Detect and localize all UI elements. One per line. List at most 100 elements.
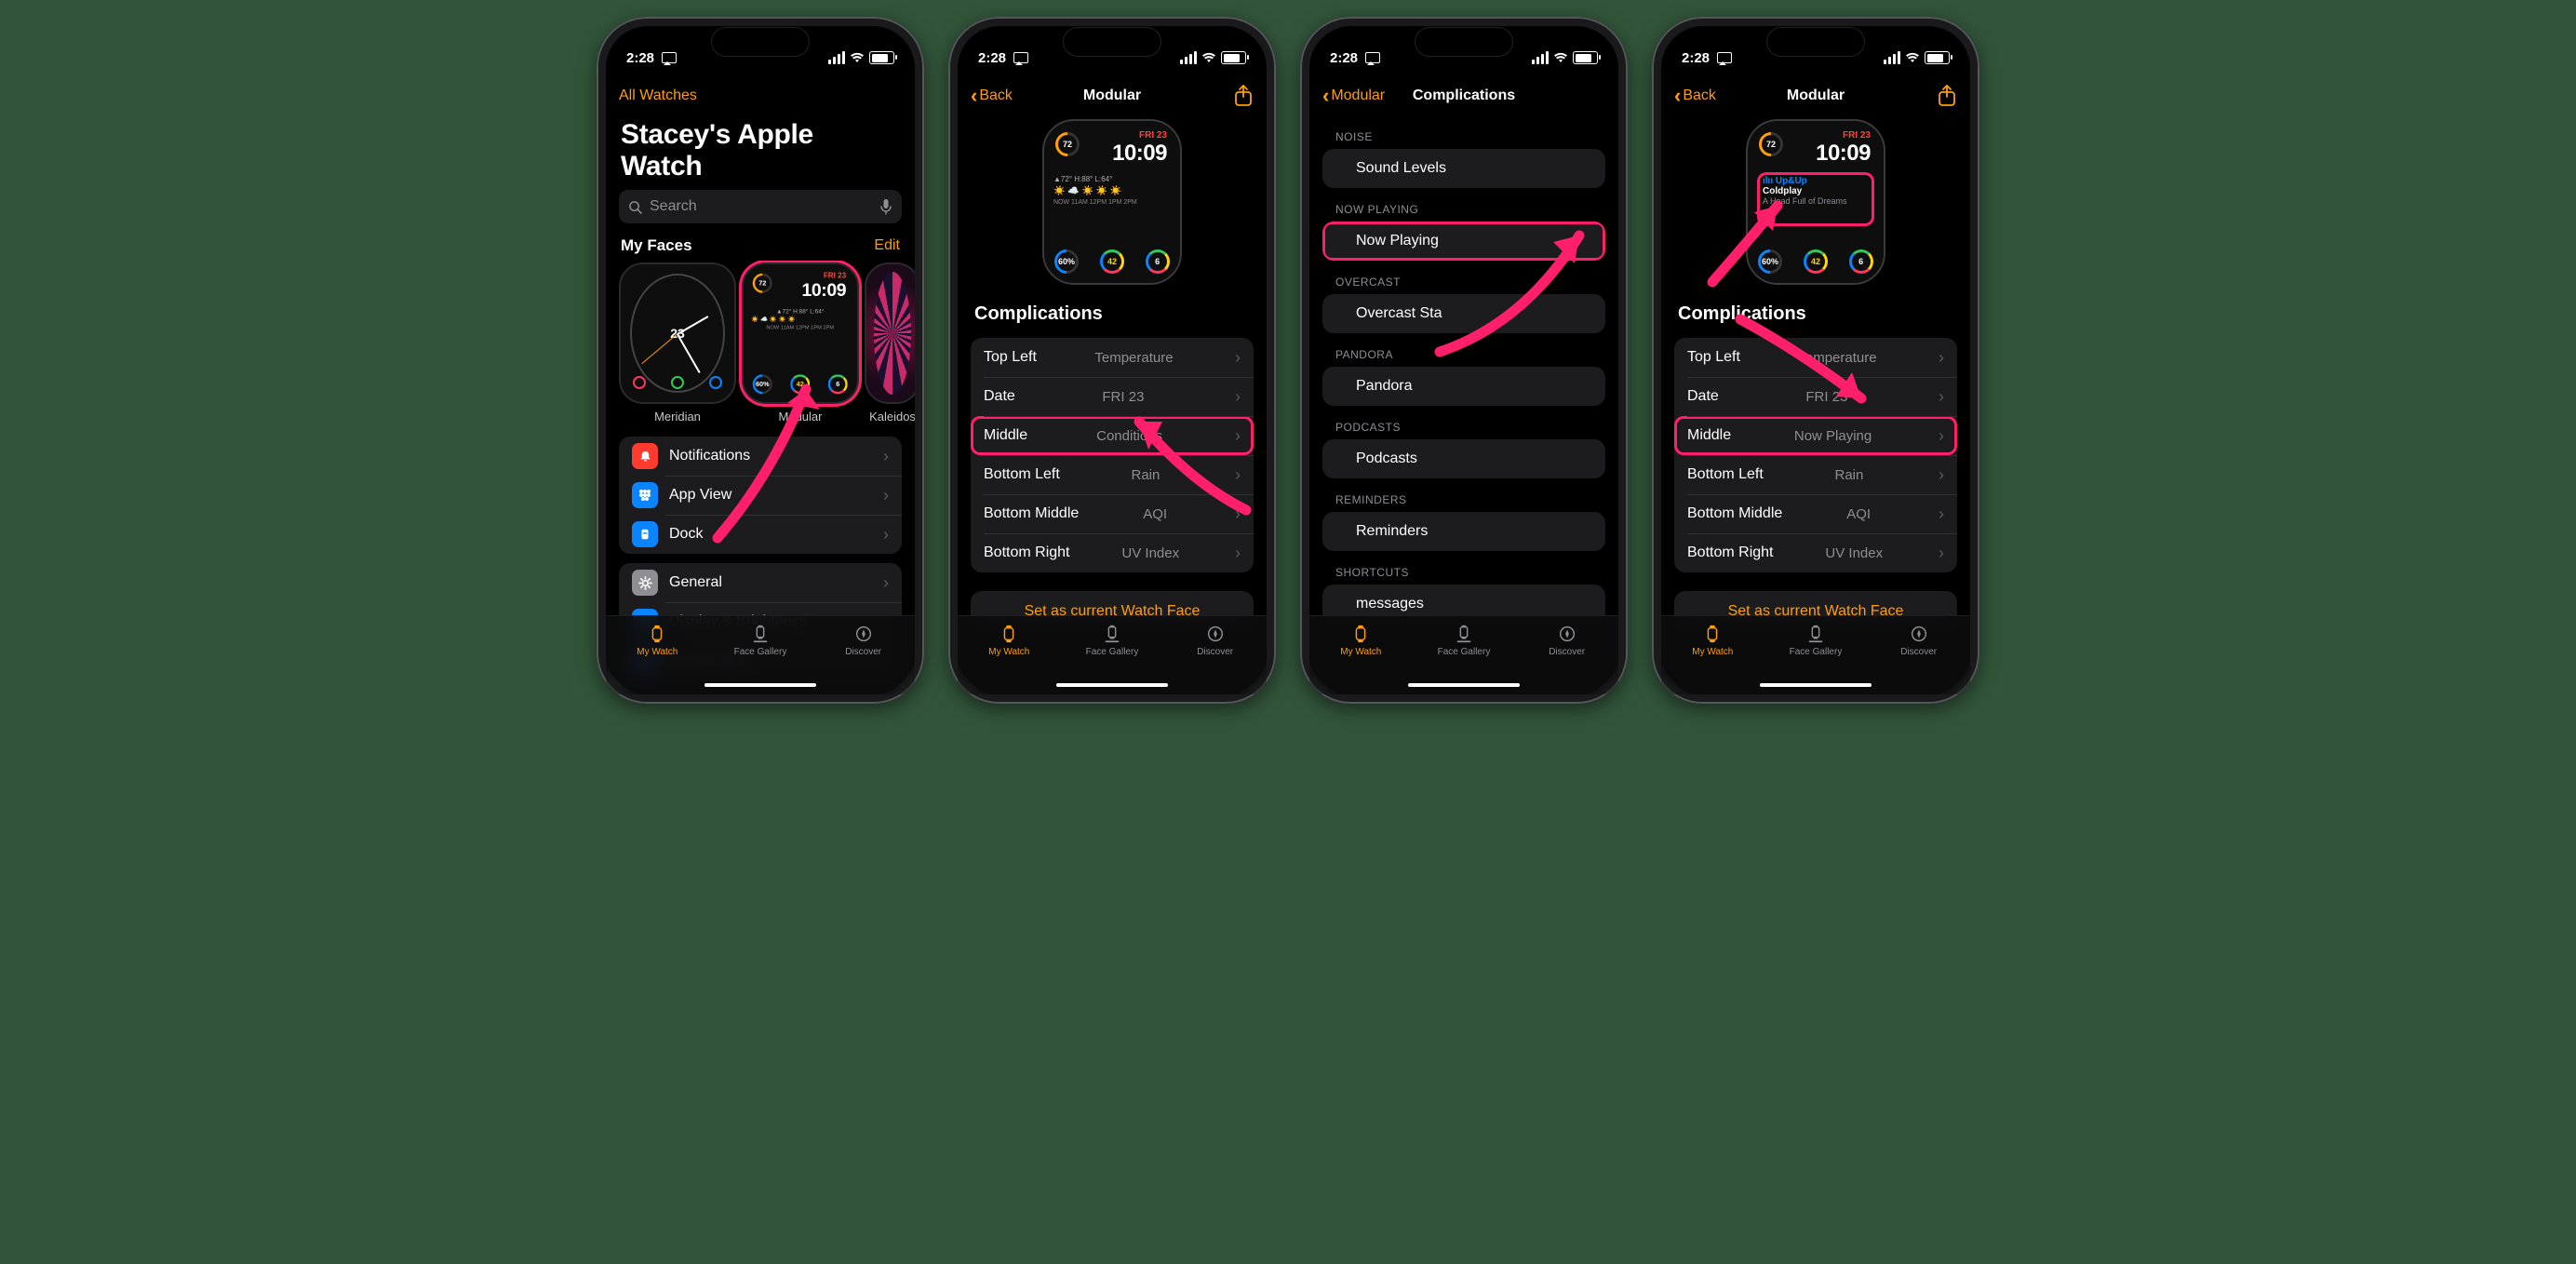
chevron-right-icon: ›: [1235, 544, 1241, 563]
complication-row-top-left[interactable]: Top LeftTemperature›: [1674, 338, 1957, 377]
complication-value: Now Playing: [1794, 428, 1875, 444]
group-header: PANDORA: [1309, 333, 1618, 367]
home-indicator[interactable]: [704, 683, 816, 687]
complication-option-reminders[interactable]: Reminders: [1322, 512, 1605, 551]
tab-face-gallery[interactable]: Face Gallery: [1422, 624, 1506, 657]
complications-header: Complications: [1661, 292, 1970, 329]
share-button[interactable]: [1233, 84, 1254, 108]
screencast-icon: [1717, 52, 1732, 63]
battery-icon: [1573, 51, 1598, 64]
home-indicator[interactable]: [1760, 683, 1872, 687]
chevron-right-icon: ›: [1235, 504, 1241, 524]
tab-face-gallery[interactable]: Face Gallery: [1070, 624, 1154, 657]
complication-row-date[interactable]: DateFRI 23›: [971, 377, 1254, 416]
complication-row-bottom-middle[interactable]: Bottom MiddleAQI›: [971, 494, 1254, 533]
group-header: OVERCAST: [1309, 261, 1618, 294]
complication-row-bottom-left[interactable]: Bottom LeftRain›: [1674, 455, 1957, 494]
complication-option-overcast-stats-cut[interactable]: Overcast Sta: [1322, 294, 1605, 333]
group-header: PODCASTS: [1309, 406, 1618, 439]
dynamic-island: [1064, 28, 1161, 56]
cell-signal-icon: [1180, 51, 1197, 64]
search-field[interactable]: Search: [619, 190, 902, 223]
tab-face-gallery[interactable]: Face Gallery: [718, 624, 802, 657]
dock-icon: [632, 521, 658, 547]
complication-row-bottom-right[interactable]: Bottom RightUV Index›: [971, 533, 1254, 572]
complication-option-label: Sound Levels: [1356, 160, 1446, 177]
tab-face-gallery[interactable]: Face Gallery: [1774, 624, 1858, 657]
complication-label: Bottom Right: [1687, 545, 1773, 561]
complications-list: Top LeftTemperature›DateFRI 23›MiddleCon…: [971, 338, 1254, 572]
mic-icon[interactable]: [879, 198, 892, 215]
back-button[interactable]: ‹Modular: [1322, 87, 1385, 104]
wifi-icon: [1201, 52, 1216, 63]
complication-option-label: Overcast Sta: [1356, 305, 1442, 322]
status-time: 2:28: [626, 50, 654, 66]
tab-my-watch[interactable]: My Watch: [1670, 624, 1754, 657]
tab-discover[interactable]: Discover: [1525, 624, 1609, 657]
chevron-right-icon: ›: [1939, 426, 1944, 446]
complication-option-label: messages: [1356, 596, 1424, 612]
complication-row-bottom-middle[interactable]: Bottom MiddleAQI›: [1674, 494, 1957, 533]
screencast-icon: [1365, 52, 1380, 63]
tab-my-watch[interactable]: My Watch: [615, 624, 699, 657]
cell-signal-icon: [1884, 51, 1900, 64]
back-all-watches[interactable]: All Watches: [619, 87, 697, 104]
complication-label: Date: [1687, 388, 1719, 405]
edit-button[interactable]: Edit: [874, 237, 900, 254]
group-header: NOW PLAYING: [1309, 188, 1618, 222]
tab-my-watch[interactable]: My Watch: [967, 624, 1051, 657]
nav-bar: All Watches: [606, 76, 915, 115]
dynamic-island: [1415, 28, 1512, 56]
chevron-right-icon: ›: [1939, 544, 1944, 563]
grid-icon: [632, 482, 658, 508]
complication-group: Sound Levels: [1322, 149, 1605, 188]
complication-row-bottom-left[interactable]: Bottom LeftRain›: [971, 455, 1254, 494]
settings-group-1: Notifications› App View› Dock›: [619, 437, 902, 554]
complication-option-now-playing[interactable]: Now Playing: [1322, 222, 1605, 261]
tab-my-watch[interactable]: My Watch: [1319, 624, 1402, 657]
watch-face-preview[interactable]: 72 FRI 2310:09 ▲72° H:88° L:64° ☀️ ☁️ ☀️…: [1042, 119, 1182, 285]
tab-discover[interactable]: Discover: [1174, 624, 1257, 657]
complication-label: Date: [984, 388, 1015, 405]
dynamic-island: [712, 28, 809, 56]
cell-signal-icon: [828, 51, 845, 64]
complication-value: Conditions: [1096, 428, 1166, 444]
complication-group: Reminders: [1322, 512, 1605, 551]
nav-bar: ‹Back Modular: [1661, 76, 1970, 115]
complication-option-pandora[interactable]: Pandora: [1322, 367, 1605, 406]
complication-option-podcasts[interactable]: Podcasts: [1322, 439, 1605, 478]
complication-value: FRI 23: [1805, 389, 1851, 405]
complications-header: Complications: [958, 292, 1267, 329]
phone-frame-2: 2:28 ‹Back Modular 72 FRI 2310:09 ▲72° H…: [948, 17, 1276, 704]
share-button[interactable]: [1937, 84, 1957, 108]
screencast-icon: [1013, 52, 1028, 63]
complication-row-middle[interactable]: MiddleConditions›: [971, 416, 1254, 455]
face-meridian[interactable]: 23 Meridian: [619, 262, 736, 424]
chevron-right-icon: ›: [883, 447, 889, 466]
complication-row-date[interactable]: DateFRI 23›: [1674, 377, 1957, 416]
home-indicator[interactable]: [1408, 683, 1520, 687]
battery-icon: [1925, 51, 1950, 64]
complication-group: Podcasts: [1322, 439, 1605, 478]
row-app-view[interactable]: App View›: [619, 476, 902, 515]
face-modular[interactable]: 72 FRI 2310:09 ▲72° H:88° L:64° ☀️ ☁️ ☀️…: [742, 262, 859, 424]
chevron-right-icon: ›: [883, 486, 889, 505]
tab-discover[interactable]: Discover: [822, 624, 906, 657]
complication-value: Rain: [1131, 467, 1163, 483]
complication-value: Temperature: [1798, 350, 1880, 366]
row-dock[interactable]: Dock›: [619, 515, 902, 554]
row-notifications[interactable]: Notifications›: [619, 437, 902, 476]
complication-row-top-left[interactable]: Top LeftTemperature›: [971, 338, 1254, 377]
complication-row-middle[interactable]: MiddleNow Playing›: [1674, 416, 1957, 455]
faces-carousel[interactable]: 23 Meridian 7: [606, 261, 915, 427]
complication-row-bottom-right[interactable]: Bottom RightUV Index›: [1674, 533, 1957, 572]
search-icon: [628, 200, 642, 214]
home-indicator[interactable]: [1056, 683, 1168, 687]
watch-face-preview[interactable]: 72 FRI 2310:09 ılıı Up&Up Coldplay A Hea…: [1746, 119, 1885, 285]
back-button[interactable]: ‹Back: [971, 87, 1013, 104]
tab-discover[interactable]: Discover: [1877, 624, 1961, 657]
back-button[interactable]: ‹Back: [1674, 87, 1716, 104]
row-general[interactable]: General›: [619, 563, 902, 602]
face-kaleidoscope[interactable]: Kaleidos: [865, 262, 915, 424]
complication-option-sound-levels[interactable]: Sound Levels: [1322, 149, 1605, 188]
